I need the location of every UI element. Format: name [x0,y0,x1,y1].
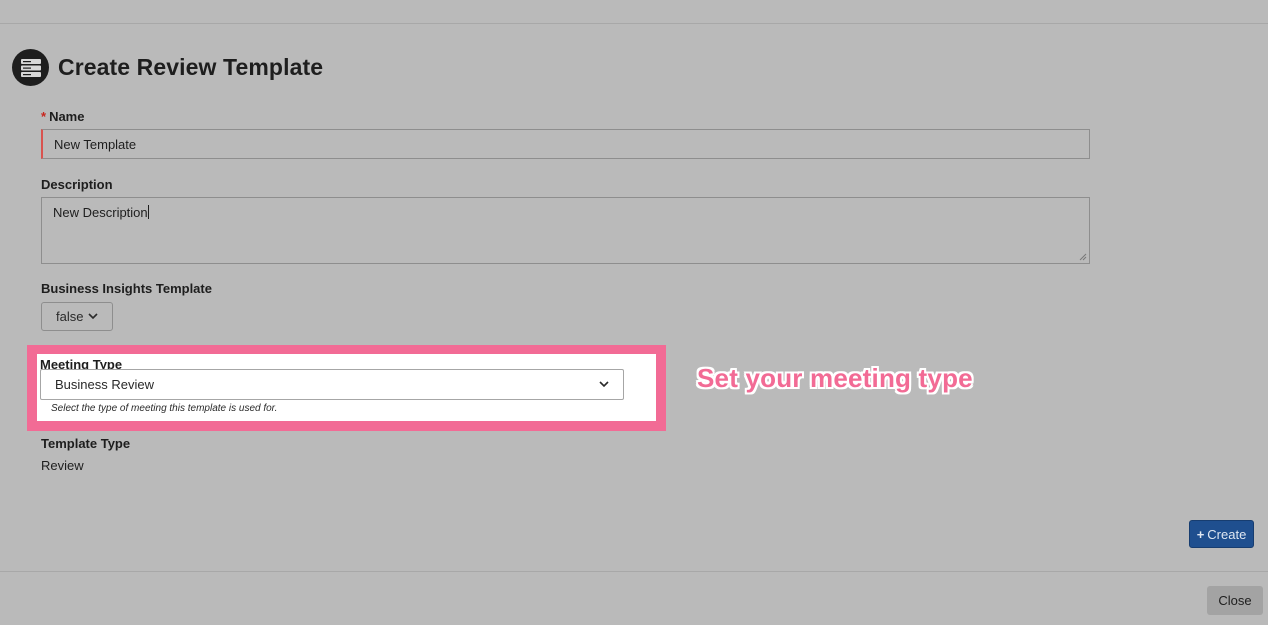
description-label: Description [41,177,113,192]
business-insights-label: Business Insights Template [41,281,212,296]
plus-icon: + [1196,526,1205,542]
name-input-value: New Template [54,137,137,152]
meeting-type-value: Business Review [55,377,154,392]
required-marker: * [41,109,47,124]
annotation-callout: Set your meeting type [697,363,973,393]
description-value: New Description [53,205,148,220]
business-insights-value: false [56,309,84,324]
name-input[interactable]: New Template [41,129,1090,159]
chevron-down-icon [599,381,609,388]
page-header: Create Review Template [12,49,323,86]
template-type-value: Review [41,458,84,473]
meeting-type-select[interactable]: Business Review [40,369,624,400]
business-insights-select[interactable]: false [41,302,113,331]
chevron-down-icon [88,313,98,320]
top-divider [0,23,1268,24]
name-label: * Name [41,109,84,124]
description-textarea[interactable]: New Description [41,197,1090,264]
resize-grip-icon[interactable] [1079,253,1087,261]
close-button[interactable]: Close [1207,586,1263,615]
create-button-label: Create [1207,526,1247,542]
server-stack-icon [12,49,49,86]
text-caret [147,205,149,219]
page-title: Create Review Template [58,54,324,80]
meeting-type-group: Meeting Type Business Review Select the … [37,354,656,421]
footer-divider [0,571,1268,572]
name-label-text: Name [49,109,85,124]
meeting-type-help: Select the type of meeting this template… [51,403,278,414]
meeting-type-highlight: Meeting Type Business Review Select the … [27,345,666,431]
template-type-label: Template Type [41,436,131,451]
create-button[interactable]: + Create [1189,520,1254,548]
close-button-label: Close [1218,593,1252,608]
